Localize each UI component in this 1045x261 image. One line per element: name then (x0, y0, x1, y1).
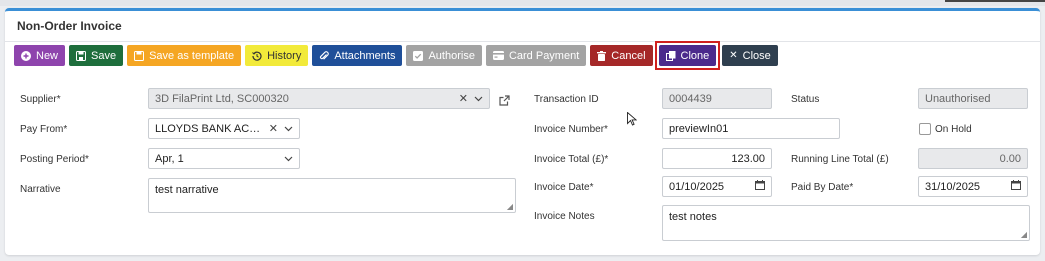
narrative-label: Narrative (20, 184, 61, 195)
cancel-label: Cancel (611, 49, 646, 62)
paid-by-date-value: 31/10/2025 (925, 180, 981, 193)
calendar-icon[interactable] (1011, 180, 1021, 193)
save-as-template-button[interactable]: Save as template (127, 45, 242, 66)
resize-handle-icon[interactable]: ◢ (507, 202, 513, 211)
invoice-date-value: 01/10/2025 (669, 180, 725, 193)
status-value: Unauthorised (925, 92, 991, 105)
save-button[interactable]: Save (69, 45, 124, 66)
clone-highlight: Clone (654, 41, 721, 70)
authorise-label: Authorise (428, 49, 475, 62)
posting-period-value: Apr, 1 (155, 152, 184, 165)
authorise-button[interactable]: Authorise (406, 45, 482, 66)
invoice-total-input[interactable]: 123.00 (662, 148, 772, 169)
paid-by-date-label: Paid By Date* (791, 182, 854, 193)
running-line-total-field: 0.00 (918, 148, 1028, 169)
panel-title: Non-Order Invoice (5, 11, 1040, 42)
narrative-value: test narrative (155, 184, 219, 196)
invoice-notes-label: Invoice Notes (534, 211, 595, 222)
running-line-total-label: Running Line Total (£) (791, 154, 889, 165)
check-square-icon (413, 50, 424, 61)
chevron-down-icon[interactable] (284, 153, 293, 165)
running-line-total-value: 0.00 (999, 152, 1021, 165)
close-label: Close (742, 49, 771, 62)
credit-card-icon (492, 51, 504, 60)
cancel-button[interactable]: Cancel (590, 45, 653, 66)
invoice-number-label: Invoice Number* (534, 124, 608, 135)
status-label: Status (791, 94, 820, 105)
supplier-value: 3D FilaPrint Ltd, SC000320 (155, 92, 289, 105)
on-hold-label: On Hold (935, 124, 972, 135)
copy-icon (665, 50, 676, 61)
transaction-id-label: Transaction ID (534, 94, 599, 105)
close-icon: ✕ (729, 50, 738, 61)
attachments-button[interactable]: Attachments (312, 45, 403, 66)
chevron-down-icon[interactable] (284, 123, 293, 135)
pay-from-select[interactable]: LLOYDS BANK ACCOU... ✕ (148, 118, 300, 139)
floppy-disk-icon (76, 50, 87, 61)
invoice-total-value: 123.00 (731, 152, 765, 165)
resize-handle-icon[interactable]: ◢ (1021, 230, 1027, 239)
supplier-label: Supplier* (20, 94, 61, 105)
calendar-icon[interactable] (755, 180, 765, 193)
paperclip-icon (319, 50, 330, 61)
invoice-date-label: Invoice Date* (534, 182, 594, 193)
history-button[interactable]: History (245, 45, 309, 66)
invoice-total-label: Invoice Total (£)* (534, 154, 609, 165)
invoice-notes-textarea[interactable]: test notes ◢ (662, 205, 1030, 241)
paid-by-date-input[interactable]: 31/10/2025 (918, 176, 1028, 197)
supplier-select[interactable]: 3D FilaPrint Ltd, SC000320 ✕ (148, 88, 490, 109)
save-label: Save (91, 49, 117, 62)
window-edge (945, 0, 1045, 2)
toolbar: New Save Save as template History Attach… (14, 41, 778, 70)
plus-circle-icon (21, 50, 31, 61)
top-strip (0, 0, 1045, 6)
posting-period-label: Posting Period* (20, 154, 89, 165)
narrative-textarea[interactable]: test narrative ◢ (148, 178, 516, 213)
pay-from-label: Pay From* (20, 124, 68, 135)
history-label: History (267, 49, 302, 62)
history-icon (252, 51, 262, 61)
invoice-notes-value: test notes (669, 211, 717, 223)
close-button[interactable]: ✕ Close (722, 45, 778, 66)
new-button[interactable]: New (14, 45, 66, 66)
attachments-label: Attachments (334, 49, 396, 62)
transaction-id-field: 0004439 (662, 88, 772, 109)
external-link-icon[interactable] (499, 93, 510, 111)
posting-period-select[interactable]: Apr, 1 (148, 148, 300, 169)
save-as-template-label: Save as template (149, 49, 235, 62)
card-payment-label: Card Payment (508, 49, 580, 62)
clone-label: Clone (680, 49, 710, 62)
template-icon (134, 50, 145, 61)
status-field: Unauthorised (918, 88, 1028, 109)
clear-icon[interactable]: ✕ (459, 92, 468, 105)
clone-button[interactable]: Clone (658, 45, 717, 66)
card-payment-button[interactable]: Card Payment (485, 45, 587, 66)
chevron-down-icon[interactable] (474, 93, 483, 105)
mouse-pointer-icon (627, 111, 638, 129)
on-hold-checkbox[interactable] (919, 123, 931, 135)
new-label: New (36, 49, 59, 62)
clear-icon[interactable]: ✕ (269, 122, 278, 135)
transaction-id-value: 0004439 (669, 92, 712, 105)
pay-from-value: LLOYDS BANK ACCOU... (155, 122, 263, 135)
invoice-number-input[interactable]: previewIn01 (662, 118, 840, 139)
invoice-date-input[interactable]: 01/10/2025 (662, 176, 772, 197)
invoice-number-value: previewIn01 (669, 122, 729, 135)
trash-icon (597, 50, 607, 61)
